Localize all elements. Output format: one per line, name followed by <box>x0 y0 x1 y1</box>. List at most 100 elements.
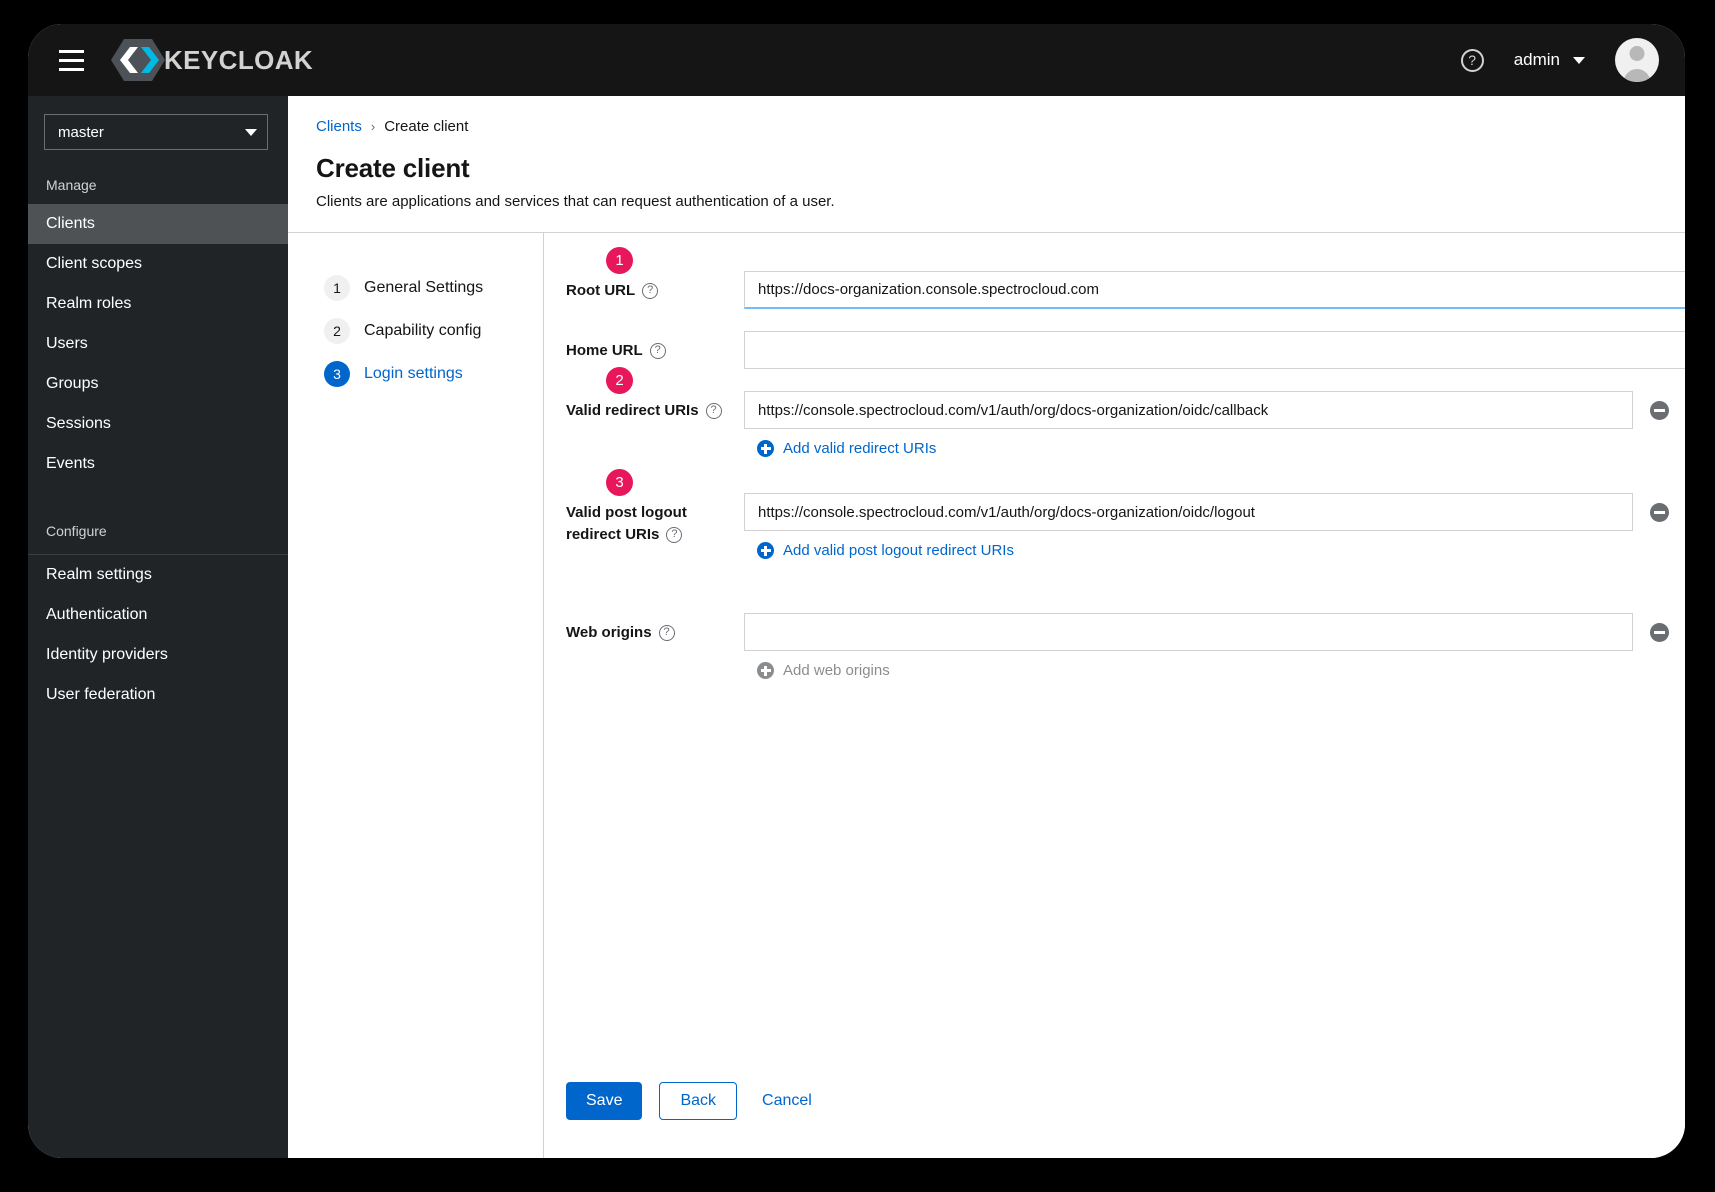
wizard-step-number: 1 <box>324 275 350 301</box>
wizard-step-capability-config[interactable]: 2 Capability config <box>324 318 543 344</box>
hamburger-bar <box>58 58 84 62</box>
nav-section-title-configure: Configure <box>46 523 107 539</box>
web-origin-row <box>744 613 1685 651</box>
sidebar-item-client-scopes[interactable]: Client scopes <box>28 244 288 284</box>
sidebar: master Manage Clients Client scopes Real… <box>28 96 288 1158</box>
user-menu-label: admin <box>1513 50 1560 69</box>
wizard-step-number: 3 <box>324 361 350 387</box>
form-label-cell: 2 Valid redirect URIs ? <box>566 367 744 422</box>
nav-gap <box>28 484 288 512</box>
realm-selector[interactable]: master <box>44 114 268 150</box>
sidebar-item-realm-settings[interactable]: Realm settings <box>28 555 288 595</box>
form-input-cell <box>744 271 1685 309</box>
wizard-step-login-settings[interactable]: 3 Login settings <box>324 361 543 387</box>
sidebar-item-clients[interactable]: Clients <box>28 204 288 244</box>
realm-selector-value: master <box>58 123 104 141</box>
breadcrumb-link-clients[interactable]: Clients <box>316 118 362 135</box>
help-circle-icon[interactable]: ? <box>666 527 683 543</box>
help-circle-icon[interactable]: ? <box>705 403 722 419</box>
form-row-valid-post-logout-redirect-uris: 3 Valid post logout redirect URIs ? http… <box>544 469 1685 559</box>
form-label-cell: Web origins ? <box>566 613 744 644</box>
sidebar-item-user-federation[interactable]: User federation <box>28 675 288 715</box>
breadcrumb-separator-icon: › <box>370 119 376 134</box>
sidebar-item-groups[interactable]: Groups <box>28 364 288 404</box>
form-label-cell: Home URL ? <box>566 331 744 362</box>
redirect-uri-row <box>744 391 1685 429</box>
form-label-cell: 1 Root URL ? <box>566 247 744 302</box>
plus-circle-icon <box>757 440 774 457</box>
masthead-actions: ? admin <box>1460 38 1659 82</box>
plus-circle-icon <box>757 542 774 559</box>
masthead: KEYCLOAK ? admin <box>28 24 1685 96</box>
page-title: Create client <box>316 153 470 183</box>
add-link-label: Add valid redirect URIs <box>783 440 937 457</box>
wizard-step-number: 2 <box>324 318 350 344</box>
cancel-button[interactable]: Cancel <box>754 1082 820 1120</box>
hamburger-menu-icon[interactable] <box>50 39 92 81</box>
realm-selector-wrapper: master <box>28 96 288 166</box>
wizard-step-general-settings[interactable]: 1 General Settings <box>324 275 543 301</box>
valid-post-logout-redirect-uris-label: Valid post logout redirect URIs ? <box>566 502 744 546</box>
form-row-root-url: 1 Root URL ? <box>544 247 1685 309</box>
help-circle-icon[interactable]: ? <box>642 283 659 299</box>
wizard: 1 General Settings 2 Capability config 3… <box>288 233 1685 1158</box>
web-origins-input[interactable] <box>744 613 1633 651</box>
breadcrumb-current: Create client <box>384 118 469 135</box>
label-text: Home URL <box>566 342 643 359</box>
page-header: Clients › Create client Create client Cl… <box>288 96 1685 233</box>
label-text: Root URL <box>566 282 636 299</box>
save-button[interactable]: Save <box>566 1082 643 1120</box>
add-valid-post-logout-redirect-uris-button[interactable]: Add valid post logout redirect URIs <box>744 542 1685 559</box>
user-menu-toggle[interactable]: admin <box>1514 50 1585 70</box>
help-circle-icon[interactable]: ? <box>649 343 666 359</box>
breadcrumb: Clients › Create client <box>316 118 1653 135</box>
caret-down-icon <box>1573 56 1585 64</box>
sidebar-item-users[interactable]: Users <box>28 324 288 364</box>
wizard-step-label: Login settings <box>364 365 463 382</box>
callout-badge-1: 1 <box>606 247 633 274</box>
remove-web-origin-button[interactable] <box>1633 622 1685 642</box>
minus-circle-icon <box>1649 622 1669 642</box>
form-row-valid-redirect-uris: 2 Valid redirect URIs ? https://console.… <box>544 367 1685 457</box>
root-url-input[interactable] <box>744 271 1685 309</box>
hamburger-bar <box>58 67 84 71</box>
sidebar-item-events[interactable]: Events <box>28 444 288 484</box>
avatar-head <box>1629 46 1645 61</box>
page-subtitle: Clients are applications and services th… <box>316 193 835 210</box>
minus-circle-icon <box>1649 400 1669 420</box>
add-web-origins-button[interactable]: Add web origins <box>744 662 1685 679</box>
hamburger-bar <box>58 49 84 53</box>
keycloak-brand-logo[interactable]: KEYCLOAK <box>110 37 313 83</box>
nav-section-title-manage: Manage <box>46 177 97 193</box>
sidebar-item-realm-roles[interactable]: Realm roles <box>28 284 288 324</box>
main-content: Clients › Create client Create client Cl… <box>288 96 1685 1158</box>
wizard-actions: Save Back Cancel <box>544 1082 1685 1158</box>
help-circle-icon[interactable]: ? <box>658 625 675 641</box>
wizard-step-label: General Settings <box>364 279 484 296</box>
label-text: Web origins <box>566 624 652 641</box>
home-url-input[interactable] <box>744 331 1685 369</box>
avatar[interactable] <box>1615 38 1659 82</box>
wizard-step-nav: 1 General Settings 2 Capability config 3… <box>288 233 544 1158</box>
web-origins-label: Web origins ? <box>566 622 744 644</box>
caret-down-icon <box>245 128 257 136</box>
form-row-home-url: Home URL ? <box>544 331 1685 369</box>
remove-valid-redirect-uri-button[interactable] <box>1633 400 1685 420</box>
help-icon[interactable]: ? <box>1460 48 1484 72</box>
valid-redirect-uri-input[interactable] <box>744 391 1633 429</box>
label-text: Valid redirect URIs <box>566 402 699 419</box>
valid-redirect-uris-label: Valid redirect URIs ? <box>566 400 744 422</box>
valid-post-logout-redirect-uri-input[interactable] <box>744 493 1633 531</box>
back-button[interactable]: Back <box>659 1082 738 1120</box>
form-label-cell: 3 Valid post logout redirect URIs ? <box>566 469 744 546</box>
home-url-label: Home URL ? <box>566 340 744 362</box>
sidebar-item-identity-providers[interactable]: Identity providers <box>28 635 288 675</box>
form-input-cell: Add valid redirect URIs <box>744 391 1685 457</box>
add-link-label: Add web origins <box>783 662 890 679</box>
post-logout-uri-row <box>744 493 1685 531</box>
remove-valid-post-logout-redirect-uri-button[interactable] <box>1633 502 1685 522</box>
avatar-body <box>1623 69 1651 82</box>
add-valid-redirect-uris-button[interactable]: Add valid redirect URIs <box>744 440 1685 457</box>
sidebar-item-sessions[interactable]: Sessions <box>28 404 288 444</box>
sidebar-item-authentication[interactable]: Authentication <box>28 595 288 635</box>
